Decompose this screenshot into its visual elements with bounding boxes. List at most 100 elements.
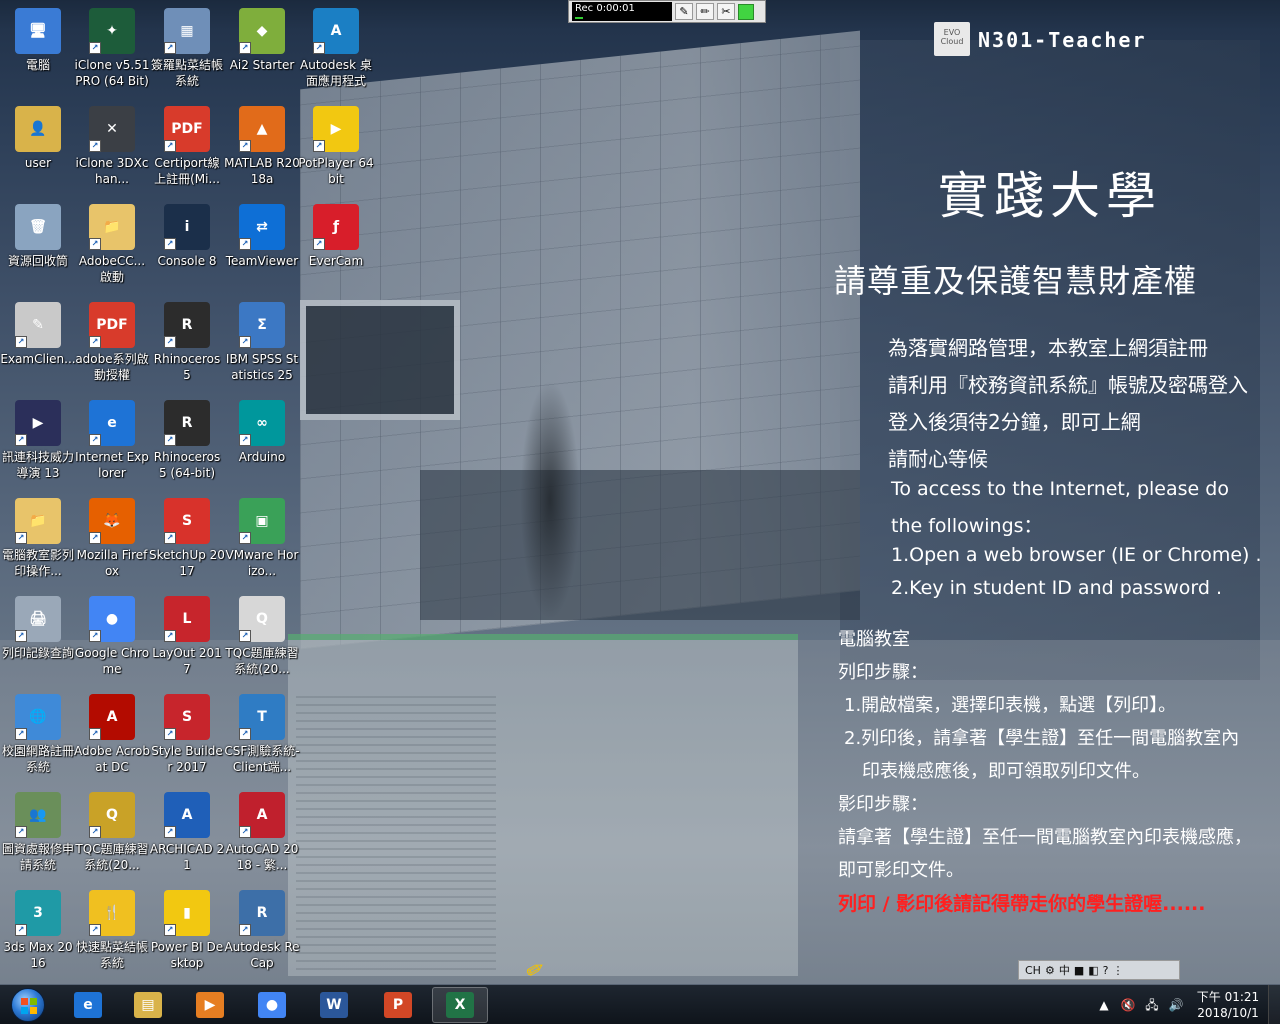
desktop-icon[interactable]: ● ↗ Google Chrome [74, 590, 150, 686]
desktop-icon[interactable]: ∞ ↗ Arduino [224, 394, 300, 490]
desktop-icon[interactable]: 🖥 電腦 [0, 2, 76, 98]
desktop-icon[interactable]: 🌐 ↗ 校園網路註冊系統 [0, 688, 76, 784]
desktop-icon[interactable]: 3 ↗ 3ds Max 2016 [0, 884, 76, 980]
ime-language[interactable]: CH [1025, 964, 1041, 977]
desktop-icon-label: Rhinoceros 5 (64-bit) [153, 450, 221, 480]
desktop-icon[interactable]: e ↗ Internet Explorer [74, 394, 150, 490]
audio-level-meter [575, 17, 583, 19]
taskbar-powerpoint-button[interactable]: P [370, 987, 426, 1023]
desktop-icon[interactable]: ▮ ↗ Power BI Desktop [149, 884, 225, 980]
recorder-pencil-button[interactable]: ✏ [696, 3, 714, 20]
desktop-icon[interactable]: T ↗ CSF測驗系統-Client端... [224, 688, 300, 784]
taskbar-excel-button[interactable]: X [432, 987, 488, 1023]
lab-heading: 電腦教室 [838, 629, 910, 650]
desktop-icon[interactable]: Q ↗ TQC題庫練習系統(20... [224, 590, 300, 686]
input-method-bar[interactable]: CH ⚙ 中 ■ ◧ ? ⋮ [1018, 960, 1180, 980]
taskbar: e ▤ ▶ ● W P X ▲ 🔇 🖧 🔊 下午 01:21 2018/10/1 [0, 984, 1280, 1024]
clock[interactable]: 下午 01:21 2018/10/1 [1188, 989, 1268, 1021]
desktop-icon[interactable]: ▦ ↗ 簽羅點菜結帳系統 [149, 2, 225, 98]
desktop-icon[interactable]: ✎ ↗ ExamClien... [0, 296, 76, 392]
taskbar-chrome-button[interactable]: ● [244, 987, 300, 1023]
desktop-icon[interactable]: PDF ↗ Certiport線上註冊(Mi... [149, 100, 225, 196]
desktop-icon[interactable]: A ↗ Adobe Acrobat DC [74, 688, 150, 784]
wallpaper-building-shadow [420, 470, 860, 620]
desktop-icon[interactable]: ▶ ↗ 訊連科技威力導演 13 [0, 394, 76, 490]
print-steps-title: 列印步驟： [838, 662, 928, 683]
desktop-icon[interactable]: 📁 ↗ AdobeCC...啟動 [74, 198, 150, 294]
desktop-icon[interactable]: ⇄ ↗ TeamViewer [224, 198, 300, 294]
word-icon: W [320, 992, 348, 1018]
desktop-icon[interactable]: A ↗ ARCHICAD 21 [149, 786, 225, 882]
desktop-icon[interactable]: 🍴 ↗ 快速點菜結帳系統 [74, 884, 150, 980]
desktop-icon[interactable]: ƒ ↗ EverCam [298, 198, 374, 294]
app-icon: i ↗ [164, 204, 210, 250]
recording-timer: Rec 0:00:01 [572, 2, 672, 21]
desktop-icon[interactable]: 🦊 ↗ Mozilla Firefox [74, 492, 150, 588]
desktop-icon[interactable]: i ↗ Console 8 [149, 198, 225, 294]
app-icon: 📁 ↗ [15, 498, 61, 544]
mute-icon[interactable]: 🔇 [1119, 996, 1137, 1014]
taskbar-media-player-button[interactable]: ▶ [182, 987, 238, 1023]
shortcut-arrow-icon: ↗ [239, 336, 251, 348]
shortcut-arrow-icon: ↗ [15, 924, 27, 936]
desktop-icon[interactable]: ✕ ↗ iClone 3DXchan... [74, 100, 150, 196]
desktop-icon[interactable]: Σ ↗ IBM SPSS Statistics 25 [224, 296, 300, 392]
desktop-icon[interactable]: L ↗ LayOut 2017 [149, 590, 225, 686]
desktop-icon[interactable]: 🗑 資源回收筒 [0, 198, 76, 294]
volume-icon[interactable]: 🔊 [1167, 996, 1185, 1014]
desktop-icon-label: 電腦教室影列印操作... [1, 548, 74, 578]
show-hidden-icons-icon[interactable]: ▲ [1095, 996, 1113, 1014]
recorder-scissors-button[interactable]: ✂ [717, 3, 735, 20]
desktop-icon[interactable]: S ↗ Style Builder 2017 [149, 688, 225, 784]
app-icon: ◆ ↗ [239, 8, 285, 54]
desktop-icon[interactable]: ◆ ↗ Ai2 Starter [224, 2, 300, 98]
desktop-icon[interactable]: R ↗ Rhinoceros 5 [149, 296, 225, 392]
app-icon: ▮ ↗ [164, 890, 210, 936]
shortcut-arrow-icon: ↗ [164, 630, 176, 642]
shortcut-arrow-icon: ↗ [15, 434, 27, 446]
taskbar-internet-explorer-button[interactable]: e [60, 987, 116, 1023]
desktop-icon[interactable]: ▣ ↗ VMware Horizo... [224, 492, 300, 588]
recorder-edit-button[interactable]: ✎ [675, 3, 693, 20]
wallpaper-building-window [300, 300, 460, 420]
shortcut-arrow-icon: ↗ [313, 42, 325, 54]
taskbar-file-explorer-button[interactable]: ▤ [120, 987, 176, 1023]
ime-punctuation-icon[interactable]: ◧ [1088, 964, 1098, 977]
desktop-icon[interactable]: 👥 ↗ 圖資處報修申請系統 [0, 786, 76, 882]
ime-settings-icon[interactable]: ⚙ [1045, 964, 1055, 977]
desktop-icon[interactable]: Q ↗ TQC題庫練習系統(20... [74, 786, 150, 882]
app-icon: A ↗ [239, 792, 285, 838]
app-icon: ✦ ↗ [89, 8, 135, 54]
start-button[interactable] [2, 985, 54, 1024]
desktop-icon[interactable]: PDF ↗ adobe系列啟動授權 [74, 296, 150, 392]
desktop-icon[interactable]: R ↗ Autodesk ReCap [224, 884, 300, 980]
ime-help-icon[interactable]: ? [1103, 964, 1109, 977]
app-icon: PDF ↗ [89, 302, 135, 348]
desktop-icon-label: MATLAB R2018a [224, 156, 300, 186]
desktop-icon[interactable]: 👤 user [0, 100, 76, 196]
desktop-icon-label: Autodesk 桌面應用程式 [300, 58, 372, 88]
desktop-icon[interactable]: 🖨 ↗ 列印記錄查詢 [0, 590, 76, 686]
desktop-icon[interactable]: R ↗ Rhinoceros 5 (64-bit) [149, 394, 225, 490]
ime-options-icon[interactable]: ⋮ [1112, 964, 1123, 977]
app-icon: A ↗ [313, 8, 359, 54]
notice-line: 1.Open a web browser (IE or Chrome) . [891, 544, 1262, 566]
desktop-icon[interactable]: A ↗ AutoCAD 2018 - 繁... [224, 786, 300, 882]
desktop-icon[interactable]: ▲ ↗ MATLAB R2018a [224, 100, 300, 196]
desktop-icon[interactable]: 📁 ↗ 電腦教室影列印操作... [0, 492, 76, 588]
app-icon: R ↗ [164, 302, 210, 348]
recorder-stop-button[interactable] [738, 3, 754, 20]
desktop-icon[interactable]: ▶ ↗ PotPlayer 64 bit [298, 100, 374, 196]
shortcut-arrow-icon: ↗ [239, 728, 251, 740]
desktop-icon[interactable]: ✦ ↗ iClone v5.51 PRO (64 Bit) [74, 2, 150, 98]
taskbar-word-button[interactable]: W [306, 987, 362, 1023]
desktop-icon-label: LayOut 2017 [152, 646, 222, 676]
desktop-icon[interactable]: S ↗ SketchUp 2017 [149, 492, 225, 588]
app-icon: 👤 [15, 106, 61, 152]
network-icon[interactable]: 🖧 [1143, 996, 1161, 1014]
desktop-icon[interactable]: A ↗ Autodesk 桌面應用程式 [298, 2, 374, 98]
shortcut-arrow-icon: ↗ [15, 826, 27, 838]
ime-fullwidth-icon[interactable]: ■ [1074, 964, 1084, 977]
show-desktop-button[interactable] [1268, 985, 1280, 1024]
ime-mode[interactable]: 中 [1059, 962, 1070, 978]
